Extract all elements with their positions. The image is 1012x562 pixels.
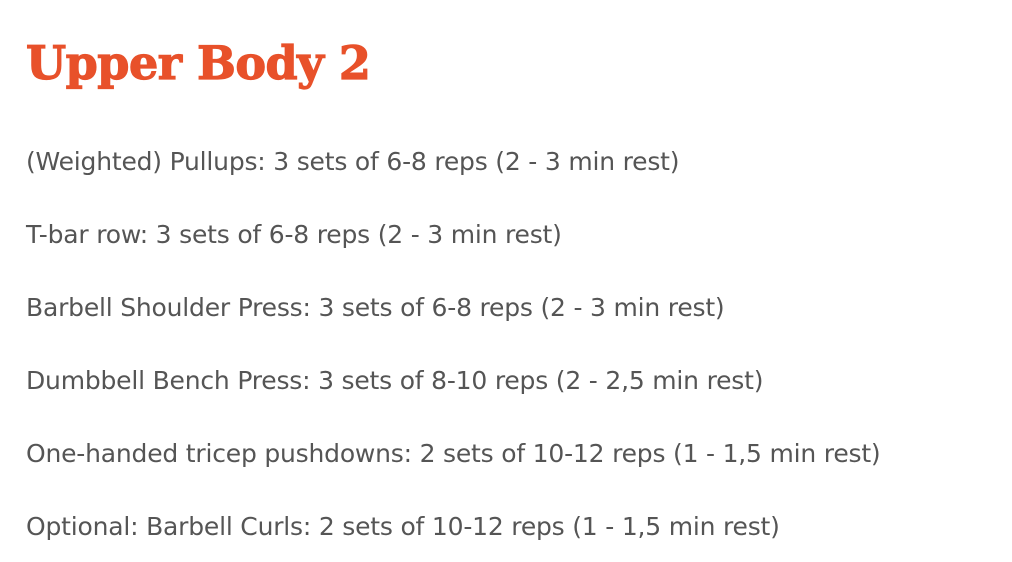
slide: Upper Body 2 (Weighted) Pullups: 3 sets … <box>0 0 1012 562</box>
exercise-item-t-bar-row: T-bar row: 3 sets of 6-8 reps (2 - 3 min… <box>26 220 562 249</box>
exercise-item-barbell-curls: Optional: Barbell Curls: 2 sets of 10-12… <box>26 512 780 541</box>
exercise-item-bench-press: Dumbbell Bench Press: 3 sets of 8-10 rep… <box>26 366 764 395</box>
exercise-item-tricep-pushdowns: One-handed tricep pushdowns: 2 sets of 1… <box>26 439 881 468</box>
exercise-item-pullups: (Weighted) Pullups: 3 sets of 6-8 reps (… <box>26 147 680 176</box>
slide-title: Upper Body 2 <box>25 36 371 90</box>
exercise-item-shoulder-press: Barbell Shoulder Press: 3 sets of 6-8 re… <box>26 293 725 322</box>
